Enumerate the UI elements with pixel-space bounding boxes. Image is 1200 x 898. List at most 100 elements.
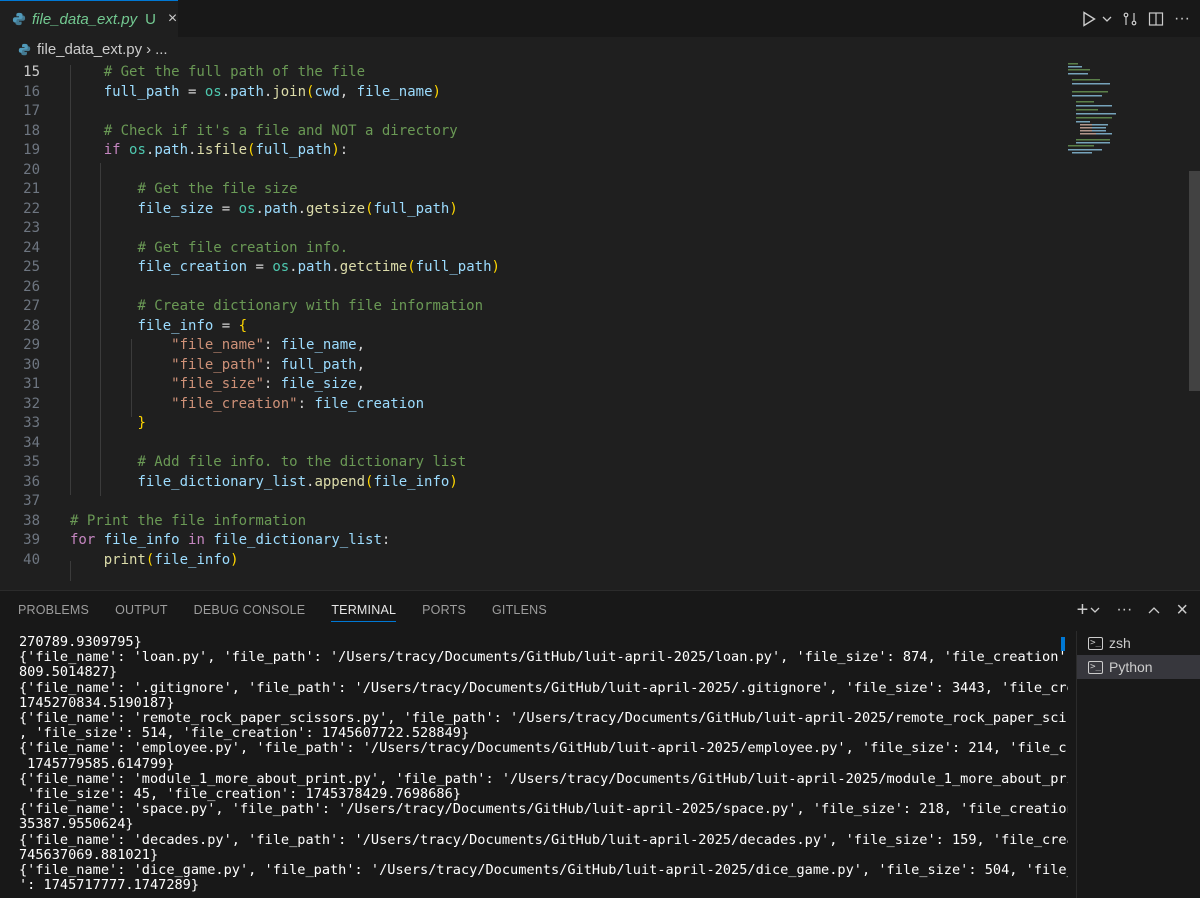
code-line[interactable]: 34 <box>0 434 1060 454</box>
code-editor[interactable]: 15 # Get the full path of the file 16 ful… <box>0 61 1200 590</box>
code-token: # Create dictionary with file informatio… <box>137 298 484 314</box>
tab-terminal[interactable]: TERMINAL <box>331 603 397 622</box>
split-editor-icon[interactable] <box>1148 11 1164 27</box>
chevron-down-icon[interactable] <box>1090 606 1100 614</box>
code-line[interactable]: 40 print(file_info) <box>0 551 1060 571</box>
code-token: getctime <box>339 259 408 275</box>
code-line[interactable]: 33 } <box>0 414 1060 434</box>
chevron-down-icon[interactable] <box>1102 15 1112 23</box>
terminal-output[interactable]: 270789.9309795} {'file_name': 'loan.py', … <box>0 635 1068 898</box>
line-number: 39 <box>23 532 40 548</box>
code-line[interactable]: 37 <box>0 492 1060 512</box>
code-line[interactable]: 20 <box>0 161 1060 181</box>
code-text: # Get file creation info. <box>70 239 348 259</box>
code-token: full_path <box>103 83 180 100</box>
code-line[interactable]: 15 # Get the full path of the file <box>0 63 1060 83</box>
code-token: full_path <box>255 142 332 158</box>
tab-ports[interactable]: PORTS <box>422 603 466 617</box>
code-text: file_creation = os.path.getctime(full_pa… <box>70 258 500 278</box>
line-number: 27 <box>23 298 40 314</box>
terminal-session-zsh[interactable]: >_ zsh <box>1077 631 1200 655</box>
panel-tabs: PROBLEMS OUTPUT DEBUG CONSOLE TERMINAL PORTS… <box>0 591 547 629</box>
git-compare-icon[interactable] <box>1122 11 1138 27</box>
code-line[interactable]: 27 # Create dictionary with file informa… <box>0 297 1060 317</box>
terminal-line: {'file_name': 'remote_rock_paper_scissor… <box>19 710 1068 726</box>
close-icon[interactable]: × <box>1176 599 1188 622</box>
line-number: 28 <box>23 317 40 334</box>
code-token: = <box>213 200 239 217</box>
line-number: 33 <box>23 415 40 431</box>
tab-debug-console[interactable]: DEBUG CONSOLE <box>194 603 306 617</box>
breadcrumb-more[interactable]: ... <box>155 41 168 58</box>
terminal-session-label: Python <box>1109 659 1153 675</box>
code-token: os <box>129 142 146 158</box>
code-line[interactable]: 29 "file_name": file_name, <box>0 336 1060 356</box>
play-icon[interactable] <box>1082 10 1096 27</box>
code-line[interactable]: 16 full_path = os.path.join(cwd, file_na… <box>0 83 1060 103</box>
code-text: file_dictionary_list.append(file_info) <box>70 473 457 493</box>
code-token: in <box>188 532 205 548</box>
more-actions-icon[interactable]: ··· <box>1174 10 1190 28</box>
code-text: for file_info in file_dictionary_list: <box>70 531 390 551</box>
tab-gitlens[interactable]: GITLENS <box>492 603 547 617</box>
code-line[interactable]: 24 # Get file creation info. <box>0 239 1060 259</box>
code-text: full_path = os.path.join(cwd, file_name) <box>70 83 441 103</box>
minimap[interactable] <box>1068 61 1188 161</box>
panel-actions: + ··· × <box>1077 591 1188 629</box>
code-token: if <box>103 142 121 158</box>
code-line[interactable]: 22 file_size = os.path.getsize(full_path… <box>0 200 1060 220</box>
editor-scrollbar[interactable] <box>1189 171 1200 391</box>
code-line[interactable]: 17 <box>0 102 1060 122</box>
more-actions-icon[interactable]: ··· <box>1116 601 1132 619</box>
code-token: . <box>221 83 231 100</box>
tab-output[interactable]: OUTPUT <box>115 603 168 617</box>
editor-tab-bar: file_data_ext.py U × ··· <box>0 0 1200 37</box>
code-token: path <box>297 259 332 275</box>
code-line[interactable]: 36 file_dictionary_list.append(file_info… <box>0 473 1060 493</box>
line-number: 20 <box>23 161 40 178</box>
breadcrumb-file[interactable]: file_data_ext.py <box>37 41 142 58</box>
code-text: file_size = os.path.getsize(full_path) <box>70 200 458 220</box>
code-line[interactable]: 18 # Check if it's a file and NOT a dire… <box>0 122 1060 142</box>
line-number: 22 <box>23 200 40 217</box>
tab-file-data-ext[interactable]: file_data_ext.py U × <box>0 0 178 37</box>
code-text: # Add file info. to the dictionary list <box>70 453 466 473</box>
code-line[interactable]: 38 # Print the file information <box>0 512 1060 532</box>
code-line[interactable]: 19 if os.path.isfile(full_path): <box>0 141 1060 161</box>
code-token: path <box>154 142 189 158</box>
new-terminal-icon[interactable]: + <box>1077 599 1089 622</box>
code-token: file_name <box>356 83 433 100</box>
code-text: # Create dictionary with file informatio… <box>70 297 483 317</box>
chevron-up-icon[interactable] <box>1148 606 1160 614</box>
code-token: # Print the file information <box>70 512 307 529</box>
code-line[interactable]: 23 <box>0 219 1060 239</box>
terminal-session-python[interactable]: >_ Python <box>1077 655 1200 679</box>
code-line[interactable]: 28 file_info = { <box>0 317 1060 337</box>
code-text: "file_path": full_path, <box>70 356 365 376</box>
code-line[interactable]: 35 # Add file info. to the dictionary li… <box>0 453 1060 473</box>
code-token: "file_size" <box>171 376 264 392</box>
code-line[interactable]: 30 "file_path": full_path, <box>0 356 1060 376</box>
code-line[interactable]: 32 "file_creation": file_creation <box>0 395 1060 415</box>
code-token: { <box>238 317 248 334</box>
code-token: file_info <box>154 551 231 568</box>
code-token: ) <box>449 200 458 217</box>
code-line[interactable]: 25 file_creation = os.path.getctime(full… <box>0 258 1060 278</box>
line-number: 31 <box>23 376 40 392</box>
tab-problems[interactable]: PROBLEMS <box>18 603 89 617</box>
code-line[interactable]: 39 for file_info in file_dictionary_list: <box>0 531 1060 551</box>
code-line[interactable]: 26 <box>0 278 1060 298</box>
code-line[interactable]: 31 "file_size": file_size, <box>0 375 1060 395</box>
line-number: 16 <box>23 83 40 100</box>
close-icon[interactable]: × <box>168 10 177 28</box>
code-line[interactable]: 21 # Get the file size <box>0 180 1060 200</box>
code-token: . <box>331 259 340 275</box>
